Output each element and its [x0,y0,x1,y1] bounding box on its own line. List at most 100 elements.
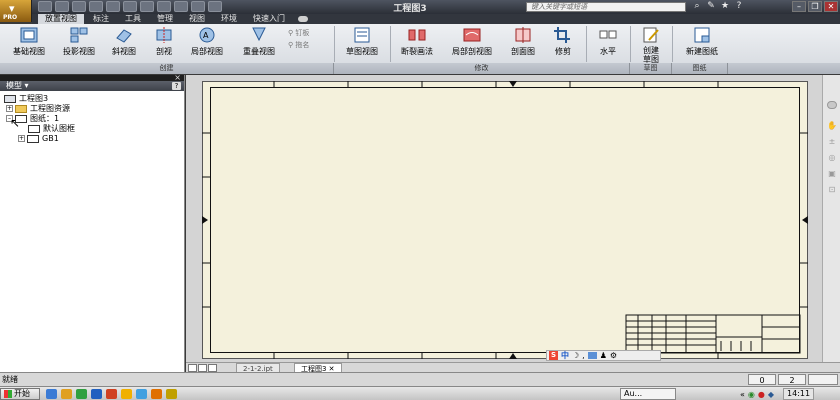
draft-view-button[interactable]: 草图视图 [338,26,386,62]
tile-icon[interactable] [188,364,197,372]
base-view-button[interactable]: 基础视图 [4,26,54,62]
tree-node-title-block[interactable]: + GB1 [4,134,184,144]
app-icon[interactable] [166,389,177,399]
zoom-icon[interactable]: ± [829,137,836,146]
orbit-icon[interactable]: ◎ [829,153,836,162]
section-view-icon [156,27,172,43]
tab-manage[interactable]: 管理 [150,14,180,24]
overlay-view-button[interactable]: 重叠视图 [234,26,284,62]
ribbon-minimize-icon[interactable] [298,16,308,22]
browser-header[interactable]: 模型 ▾ ? [0,81,184,91]
drag-name-button[interactable]: ⚲ 拖名 [288,40,309,50]
binoculars-icon[interactable]: ⌕ [692,1,702,12]
clock[interactable]: 14:11 [783,388,815,400]
app-icon[interactable] [136,389,147,399]
expand-icon[interactable]: + [6,105,13,112]
cascade-icon[interactable] [198,364,207,372]
tab-annotate[interactable]: 标注 [86,14,116,24]
panel-label-create[interactable]: 创建 [0,63,334,74]
moon-icon[interactable]: ☽ [572,351,579,360]
app-icon[interactable] [91,389,102,399]
minimize-button[interactable]: – [792,1,806,12]
border-icon [28,124,40,133]
auxiliary-view-button[interactable]: 斜视图 [104,26,144,62]
tree-node-resources[interactable]: + 工程图资源 [4,104,184,114]
panel-label-empty [728,63,840,74]
close-button[interactable]: ✕ [824,1,838,12]
projected-view-button[interactable]: 投影视图 [56,26,102,62]
horizontal-button[interactable]: 水平 [590,26,626,62]
undo-icon[interactable] [89,1,103,12]
panel-label-modify[interactable]: 修改 [334,63,630,74]
volume-icon[interactable]: ◆ [768,390,774,399]
panel-label-sketch[interactable]: 草图 [630,63,672,74]
tree-node-drawing[interactable]: 工程图3 [4,94,184,104]
folder-icon [15,104,27,113]
breakout-button[interactable]: 局部剖视图 [444,26,500,62]
app-icon[interactable] [76,389,87,399]
panel-label-sheets[interactable]: 图纸 [672,63,728,74]
keyboard-icon[interactable] [587,352,597,359]
vertical-scrollbar[interactable]: ✋ ± ◎ ▣ ⊡ [822,75,840,362]
pan-icon[interactable]: ✋ [827,121,837,130]
app-icon[interactable] [151,389,162,399]
tray-arrow-icon[interactable]: « [740,390,745,399]
ribbon-separator [672,26,673,62]
punctuation-icon[interactable]: , [582,351,585,360]
svg-text:A: A [203,31,209,40]
redo-icon[interactable] [106,1,120,12]
select-icon[interactable] [140,1,154,12]
drawing-canvas[interactable]: ✋ ± ◎ ▣ ⊡ [186,75,840,362]
ime-chinese-mode[interactable]: 中 [561,350,569,361]
tree-node-sheet[interactable]: – 图纸：1 [4,114,184,124]
nailboard-button[interactable]: ⚲ 钉板 [288,28,309,38]
antivirus-icon[interactable]: ● [758,390,765,399]
tab-menu-icon[interactable] [208,364,217,372]
customize-dropdown-icon[interactable] [208,1,222,12]
wrench-icon[interactable]: ✎ [706,1,716,12]
tab-tools[interactable]: 工具 [118,14,148,24]
model-browser: × 模型 ▾ ? 工程图3 + 工程图资源 – 图纸：1 默认图框 + GB1 [0,73,185,372]
detail-view-button[interactable]: A 局部视图 [184,26,230,62]
start-button[interactable]: 开始 [0,388,40,400]
expand-icon[interactable]: + [18,135,25,142]
update-icon[interactable] [174,1,188,12]
help-icon[interactable]: ? [734,1,744,12]
return-icon[interactable] [157,1,171,12]
tab-place-views[interactable]: 放置视图 [38,14,84,24]
steering-wheel-icon[interactable] [827,101,837,109]
sogou-logo-icon[interactable]: S [549,351,558,360]
tab-get-started[interactable]: 快速入门 [246,14,292,24]
help-search-input[interactable]: 键入关键字或短语 [526,2,686,12]
save-icon[interactable] [72,1,86,12]
zoom-all-icon[interactable]: ⊡ [829,185,836,194]
star-icon[interactable]: ★ [720,1,730,12]
tab-environments[interactable]: 环境 [214,14,244,24]
ie-icon[interactable] [46,389,57,399]
break-button[interactable]: 断裂画法 [394,26,440,62]
material-icon[interactable] [191,1,205,12]
application-menu-button[interactable]: ▾ PRO [0,0,32,22]
slice-button[interactable]: 剖面图 [504,26,542,62]
browser-help-icon[interactable]: ? [172,82,181,90]
ime-settings-icon[interactable]: ⚙ [610,351,617,360]
network-icon[interactable]: ◉ [748,390,755,399]
section-view-button[interactable]: 剖视 [146,26,182,62]
crop-button[interactable]: 修剪 [546,26,580,62]
tab-view[interactable]: 视图 [182,14,212,24]
app-icon[interactable] [121,389,132,399]
create-sketch-button[interactable]: 创建草图 [634,26,668,64]
user-icon[interactable]: ♟ [600,351,607,360]
new-icon[interactable] [38,1,52,12]
restore-button[interactable]: ❐ [808,1,822,12]
new-sheet-button[interactable]: 新建图纸 [676,26,728,62]
document-tabs: 2-1-2.ipt 工程图3 ✕ [186,362,840,373]
print-icon[interactable] [123,1,137,12]
open-icon[interactable] [55,1,69,12]
explorer-icon[interactable] [61,389,72,399]
app-icon[interactable] [106,389,117,399]
taskbar-item-inventor[interactable]: Au... [620,388,676,400]
look-at-icon[interactable]: ▣ [828,169,836,178]
break-icon [408,29,426,41]
tree-node-default-border[interactable]: 默认图框 [4,124,184,134]
